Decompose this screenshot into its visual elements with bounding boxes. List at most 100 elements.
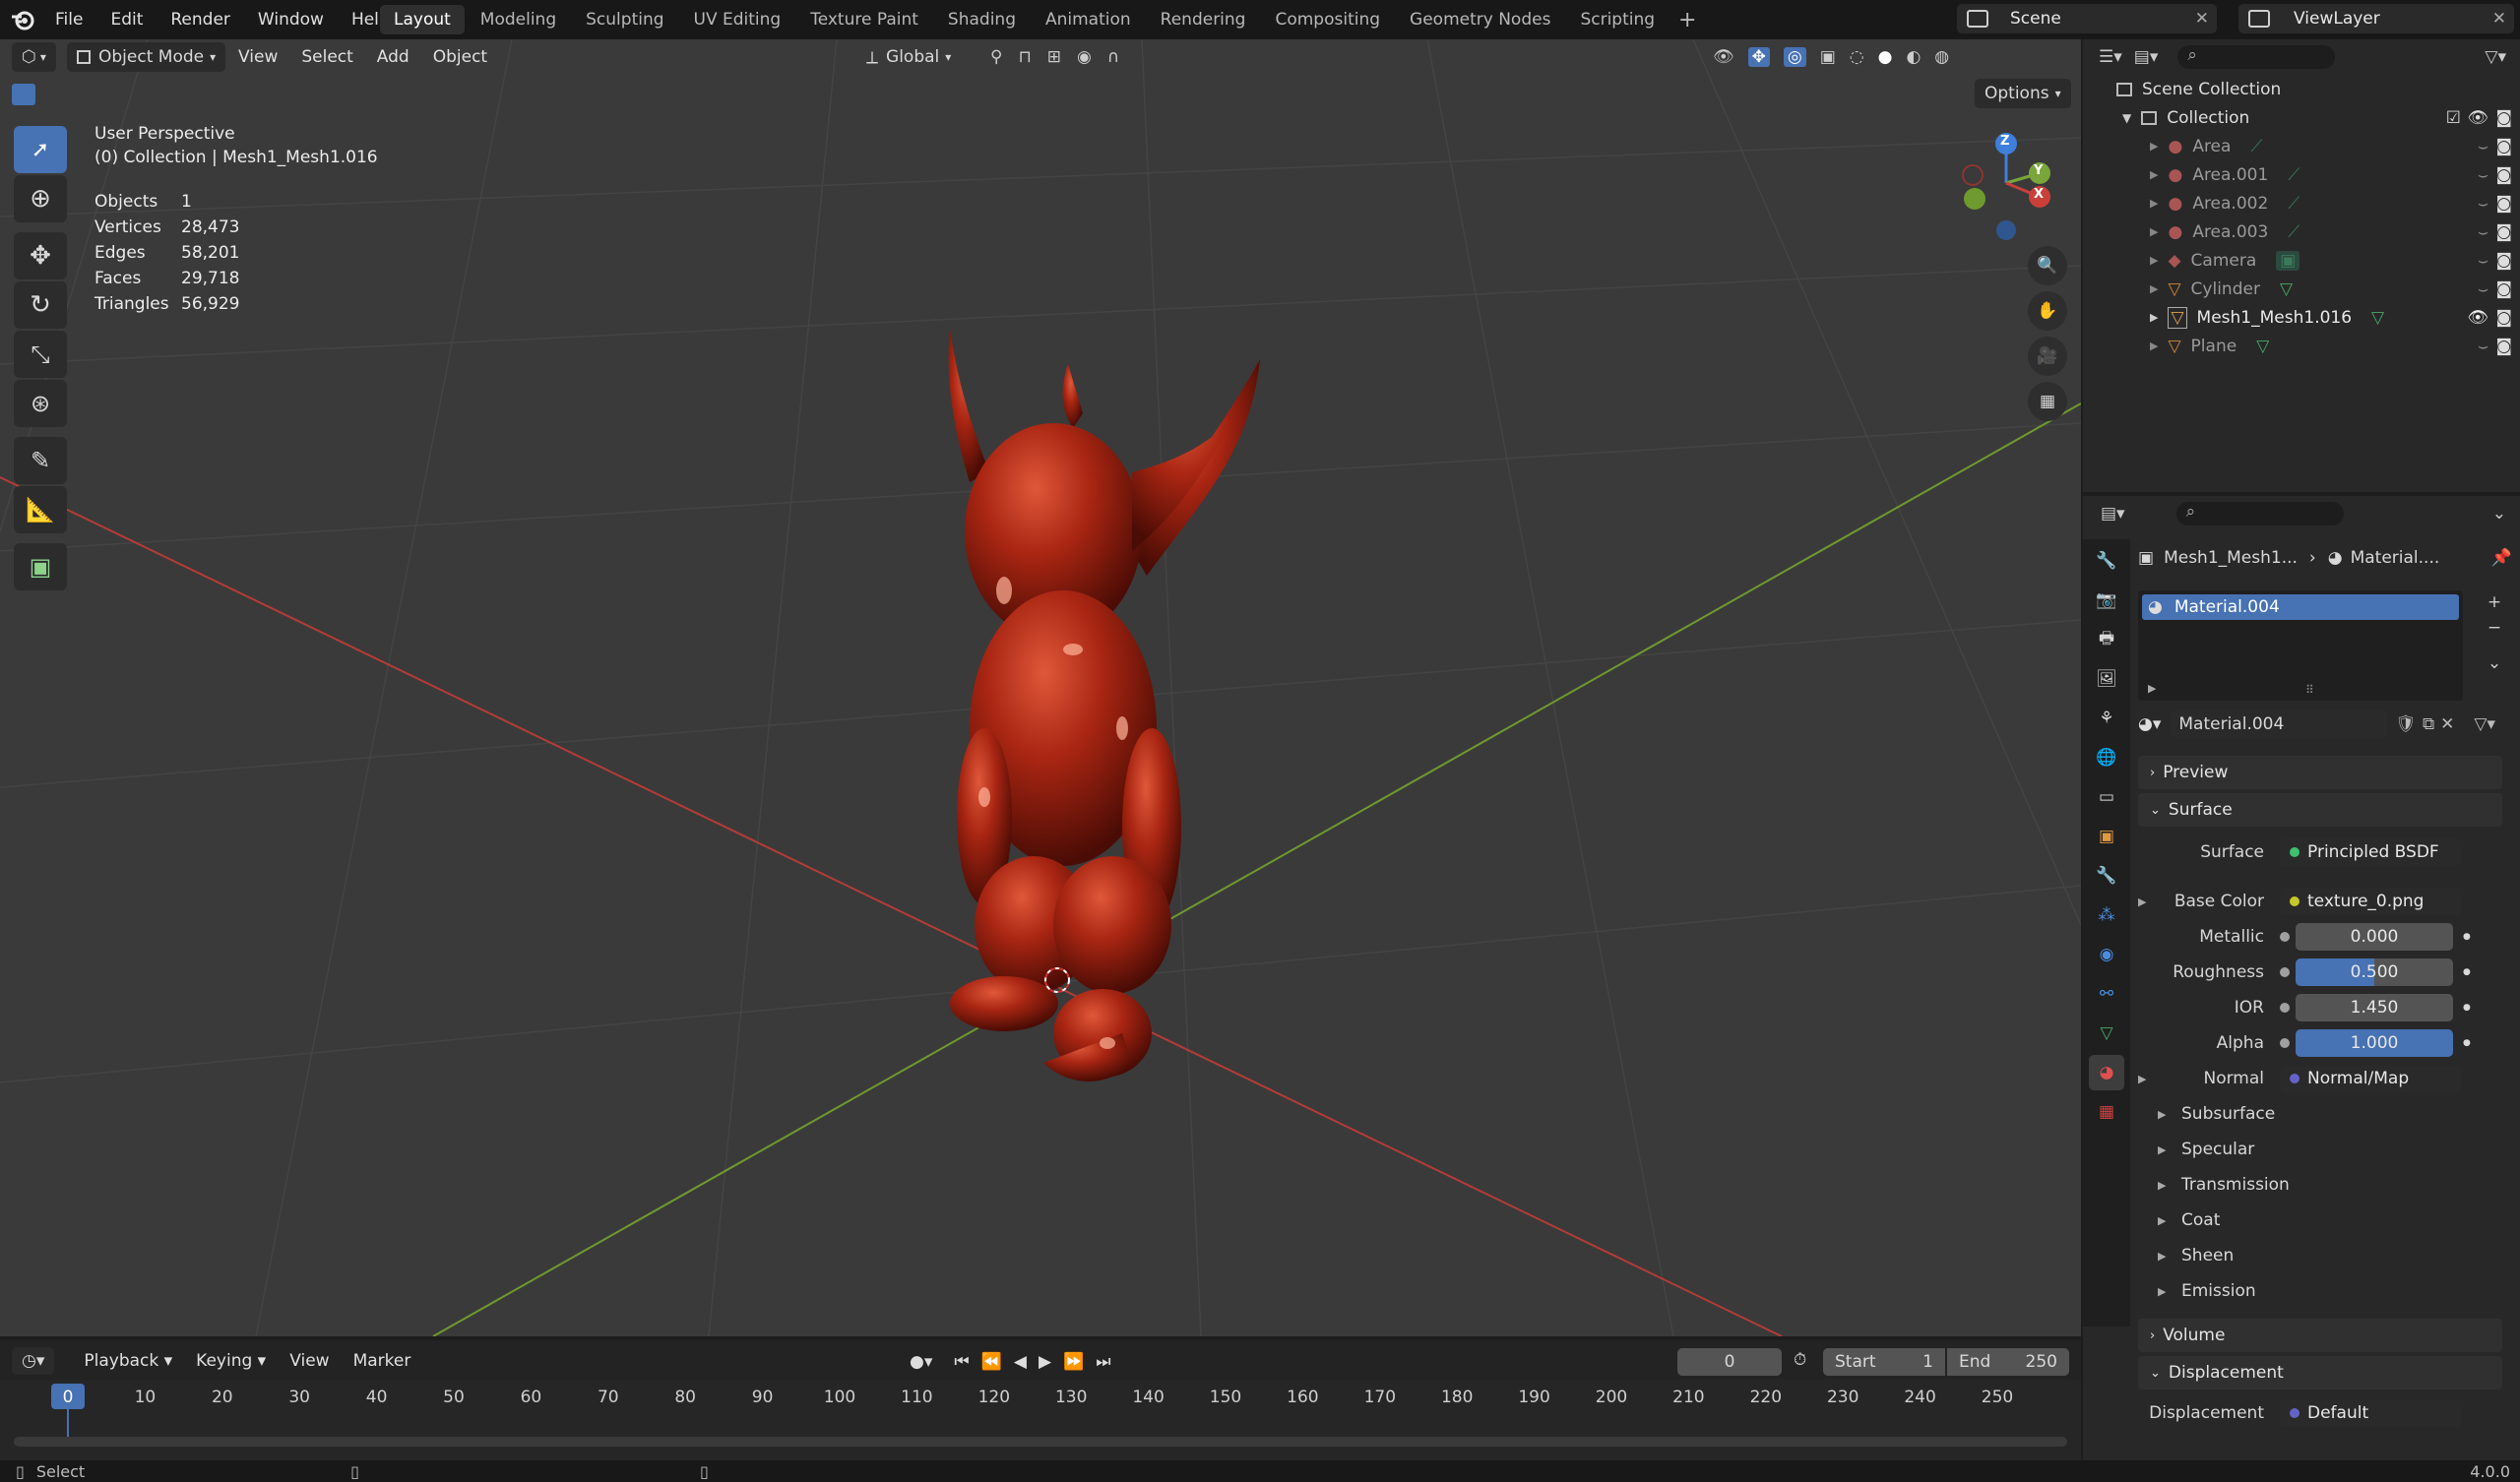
- blender-logo-icon[interactable]: [10, 8, 35, 31]
- surface-shader-field[interactable]: Principled BSDF: [2280, 838, 2461, 866]
- add-cube-tool[interactable]: ▣: [14, 543, 67, 590]
- select-subtract-icon[interactable]: [63, 84, 87, 105]
- pivot-icon[interactable]: ⚲: [990, 47, 1002, 67]
- outliner-item-area[interactable]: ▶ ● Area ⟋ ⌣ ◙: [2083, 132, 2520, 160]
- expand-arrow-icon[interactable]: ▶: [2150, 254, 2158, 267]
- tab-shading[interactable]: Shading: [934, 5, 1030, 34]
- cursor-tool[interactable]: ⊕: [14, 175, 67, 222]
- menu-window[interactable]: Window: [244, 10, 338, 30]
- annotate-tool[interactable]: ✎: [14, 437, 67, 484]
- outliner-item-mesh1[interactable]: ▶ ▽ Mesh1_Mesh1.016 ▽ 👁 ◙: [2083, 303, 2520, 332]
- scale-tool[interactable]: ⤡: [14, 331, 67, 378]
- expand-arrow-icon[interactable]: ▶: [2150, 340, 2158, 352]
- hidden-eye-icon[interactable]: ⌣: [2478, 194, 2488, 214]
- displacement-field[interactable]: Default: [2280, 1399, 2461, 1427]
- snap-icon[interactable]: ⊓: [1018, 47, 1031, 67]
- collection-eye-icon[interactable]: 👁: [2467, 108, 2488, 128]
- tab-compositing[interactable]: Compositing: [1261, 5, 1394, 34]
- pin-icon[interactable]: 📌: [2491, 548, 2512, 568]
- keyframe-dot-icon[interactable]: ●: [2463, 1038, 2471, 1048]
- texture-tab-icon[interactable]: ▦: [2089, 1094, 2124, 1130]
- select-box-tool[interactable]: ➚: [14, 126, 67, 173]
- remove-slot-button[interactable]: −: [2481, 618, 2508, 644]
- measure-tool[interactable]: 📐: [14, 486, 67, 533]
- move-tool[interactable]: ✥: [14, 232, 67, 279]
- world-tab-icon[interactable]: 🌐: [2089, 740, 2124, 775]
- outliner-collection[interactable]: ▼ Collection ☑ 👁 ◙: [2083, 103, 2520, 132]
- expand-arrow-icon[interactable]: ▶: [2150, 311, 2158, 324]
- keyframe-dot-icon[interactable]: ●: [2463, 1003, 2471, 1013]
- overlay-toggle-icon[interactable]: ◎: [1783, 47, 1806, 67]
- render-camera-icon[interactable]: ◙: [2496, 279, 2513, 299]
- render-camera-icon[interactable]: ◙: [2496, 137, 2513, 156]
- collection-checkbox-icon[interactable]: ☑: [2446, 108, 2461, 128]
- outliner-item-plane[interactable]: ▶ ▽ Plane ▽ ⌣ ◙: [2083, 332, 2520, 360]
- panel-preview[interactable]: › Preview: [2138, 756, 2502, 789]
- navigation-gizmo[interactable]: Z Y X: [1949, 126, 2057, 254]
- solid-shading-icon[interactable]: ●: [1878, 47, 1893, 67]
- expand-arrow-icon[interactable]: ▶: [2150, 197, 2158, 210]
- outliner-item-cylinder[interactable]: ▶ ▽ Cylinder ▽ ⌣ ◙: [2083, 275, 2520, 303]
- scene-tab-icon[interactable]: ⚘: [2089, 701, 2124, 736]
- zoom-icon[interactable]: 🔍: [2028, 246, 2067, 285]
- outliner-search-input[interactable]: ⌕: [2177, 45, 2336, 69]
- subpanel-emission[interactable]: ▶ Emission: [2138, 1273, 2512, 1309]
- physics-tab-icon[interactable]: ◉: [2089, 937, 2124, 972]
- proportional-edit-icon[interactable]: ◉: [1077, 47, 1092, 67]
- gizmo-toggle-icon[interactable]: ✥: [1747, 47, 1770, 67]
- properties-search-input[interactable]: ⌕: [2175, 502, 2344, 525]
- resize-grip-icon[interactable]: ⠿: [2305, 683, 2314, 697]
- expand-arrow-icon[interactable]: ▶: [2150, 225, 2158, 238]
- ior-field[interactable]: 1.450: [2296, 994, 2453, 1021]
- panel-volume[interactable]: › Volume: [2138, 1319, 2502, 1352]
- viewlayer-selector[interactable]: ViewLayer ✕: [2238, 4, 2514, 33]
- filter-icon[interactable]: ▽▾: [2485, 47, 2506, 67]
- material-shading-icon[interactable]: ◐: [1906, 47, 1921, 67]
- visible-eye-icon[interactable]: 👁: [2467, 308, 2488, 328]
- keyframe-dot-icon[interactable]: ●: [2463, 932, 2471, 942]
- base-color-field[interactable]: texture_0.png: [2280, 888, 2461, 915]
- select-new-icon[interactable]: [12, 84, 35, 105]
- menu-object[interactable]: Object: [421, 47, 499, 67]
- collection-tab-icon[interactable]: ▭: [2089, 779, 2124, 815]
- menu-select[interactable]: Select: [289, 47, 364, 67]
- outliner-item-area-003[interactable]: ▶ ● Area.003 ⟋ ⌣ ◙: [2083, 217, 2520, 246]
- hidden-eye-icon[interactable]: ⌣: [2478, 222, 2488, 242]
- unlink-icon[interactable]: ✕: [2440, 714, 2454, 734]
- subpanel-subsurface[interactable]: ▶ Subsurface: [2138, 1096, 2512, 1132]
- modifier-tab-icon[interactable]: 🔧: [2089, 858, 2124, 894]
- hidden-eye-icon[interactable]: ⌣: [2478, 137, 2488, 156]
- render-camera-icon[interactable]: ◙: [2496, 194, 2513, 214]
- material-browse-icon[interactable]: ◕▾: [2138, 714, 2161, 734]
- slot-specials-button[interactable]: ⌄: [2481, 653, 2508, 679]
- link-dropdown-icon[interactable]: ▽▾: [2474, 714, 2495, 734]
- output-tab-icon[interactable]: 🖶: [2089, 622, 2124, 657]
- metallic-slider[interactable]: 0.000: [2296, 923, 2453, 951]
- data-tab-icon[interactable]: ▽: [2089, 1016, 2124, 1051]
- expand-arrow-icon[interactable]: ▶: [2150, 282, 2158, 295]
- select-intersect-icon[interactable]: [89, 84, 112, 105]
- xray-icon[interactable]: ▣: [1820, 47, 1836, 67]
- outliner-editor-icon[interactable]: ☰▾: [2099, 47, 2122, 67]
- expand-arrow-icon[interactable]: ▶: [2138, 1073, 2162, 1085]
- panel-displacement[interactable]: ⌄ Displacement: [2138, 1356, 2502, 1389]
- tool-tab-icon[interactable]: 🔧: [2089, 543, 2124, 579]
- tab-rendering[interactable]: Rendering: [1147, 5, 1260, 34]
- menu-view[interactable]: View: [226, 47, 289, 67]
- subpanel-transmission[interactable]: ▶ Transmission: [2138, 1167, 2512, 1203]
- render-camera-icon[interactable]: ◙: [2496, 337, 2513, 356]
- duplicate-icon[interactable]: ⧉: [2423, 714, 2434, 734]
- ortho-grid-icon[interactable]: ▦: [2028, 382, 2067, 421]
- editor-type-button[interactable]: ⬡ ▾: [12, 42, 56, 72]
- collapse-arrow-icon[interactable]: ▼: [2122, 111, 2131, 125]
- scene-selector[interactable]: Scene ✕: [1957, 4, 2217, 33]
- camera-view-icon[interactable]: 🎥: [2028, 337, 2067, 376]
- pan-hand-icon[interactable]: ✋: [2028, 291, 2067, 331]
- tab-animation[interactable]: Animation: [1032, 5, 1145, 34]
- falloff-icon[interactable]: ∩: [1107, 47, 1119, 67]
- viewlayer-close-icon[interactable]: ✕: [2492, 9, 2506, 29]
- constraints-tab-icon[interactable]: ⚯: [2089, 976, 2124, 1012]
- select-extend-icon[interactable]: [37, 84, 61, 105]
- menu-render[interactable]: Render: [157, 10, 244, 30]
- add-slot-button[interactable]: +: [2481, 592, 2508, 618]
